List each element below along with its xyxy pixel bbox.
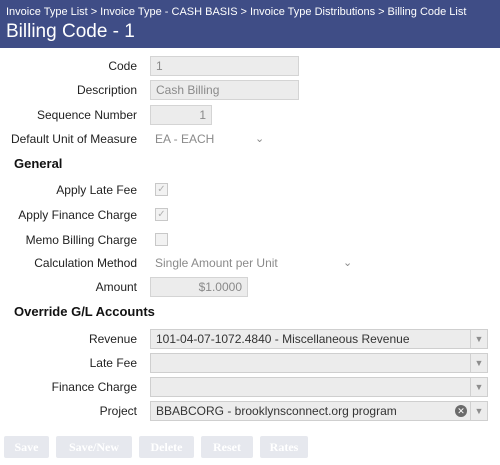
- apply-late-fee-label: Apply Late Fee: [56, 183, 137, 197]
- amount-row: Amount $1.0000: [0, 277, 500, 297]
- apply-finance-charge-label: Apply Finance Charge: [18, 208, 137, 222]
- reset-button[interactable]: Reset: [201, 436, 253, 458]
- description-row: Description Cash Billing: [0, 80, 500, 100]
- revenue-row: Revenue 101-04-07-1072.4840 - Miscellane…: [0, 329, 500, 349]
- code-row: Code 1: [0, 56, 500, 76]
- clear-icon[interactable]: ✕: [455, 405, 467, 417]
- apply-finance-charge-row: Apply Finance Charge ✓: [0, 205, 500, 225]
- save-new-button[interactable]: Save/New: [56, 436, 132, 458]
- late-fee-combo[interactable]: ▼: [150, 353, 488, 373]
- default-uom-label: Default Unit of Measure: [10, 132, 137, 146]
- breadcrumb-separator: >: [90, 6, 98, 18]
- revenue-value: 101-04-07-1072.4840 - Miscellaneous Reve…: [156, 332, 410, 346]
- calculation-method-label: Calculation Method: [34, 256, 137, 270]
- dropdown-arrow-icon[interactable]: ▼: [470, 330, 487, 348]
- chevron-down-icon: ⌄: [255, 133, 265, 145]
- late-fee-row: Late Fee ▼: [0, 353, 500, 373]
- dropdown-arrow-icon[interactable]: ▼: [470, 378, 487, 396]
- sequence-number-field[interactable]: 1: [150, 105, 212, 125]
- apply-late-fee-row: Apply Late Fee ✓: [0, 180, 500, 200]
- calculation-method-select[interactable]: Single Amount per Unit ⌄: [155, 253, 360, 273]
- page-title: Billing Code - 1: [6, 21, 135, 42]
- description-field[interactable]: Cash Billing: [150, 80, 299, 100]
- apply-late-fee-checkbox[interactable]: ✓: [155, 183, 168, 196]
- code-label: Code: [108, 59, 137, 73]
- finance-charge-row: Finance Charge ▼: [0, 377, 500, 397]
- revenue-combo[interactable]: 101-04-07-1072.4840 - Miscellaneous Reve…: [150, 329, 488, 349]
- page-header: Invoice Type List > Invoice Type - CASH BA…: [0, 0, 500, 48]
- breadcrumb-separator: >: [378, 6, 385, 18]
- general-section-heading: General: [14, 156, 63, 171]
- breadcrumb-invoice-type[interactable]: Invoice Type - CASH BASIS: [100, 6, 237, 18]
- amount-field[interactable]: $1.0000: [150, 277, 248, 297]
- default-uom-value: EA - EACH: [155, 132, 215, 146]
- finance-charge-label: Finance Charge: [51, 380, 137, 394]
- project-combo[interactable]: BBABCORG - brooklynsconnect.org program …: [150, 401, 488, 421]
- breadcrumb: Invoice Type List > Invoice Type - CASH BA…: [6, 6, 466, 18]
- override-gl-section-heading: Override G/L Accounts: [14, 304, 155, 319]
- amount-label: Amount: [95, 280, 137, 294]
- delete-button[interactable]: Delete: [139, 436, 194, 458]
- check-icon: ✓: [157, 209, 166, 220]
- check-icon: ✓: [157, 184, 166, 195]
- calculation-method-value: Single Amount per Unit: [155, 256, 278, 270]
- breadcrumb-invoice-type-list[interactable]: Invoice Type List: [6, 6, 88, 18]
- code-field[interactable]: 1: [150, 56, 299, 76]
- rates-button[interactable]: Rates: [260, 436, 308, 458]
- apply-finance-charge-checkbox[interactable]: ✓: [155, 208, 168, 221]
- memo-billing-charge-label: Memo Billing Charge: [25, 233, 137, 247]
- finance-charge-combo[interactable]: ▼: [150, 377, 488, 397]
- project-row: Project BBABCORG - brooklynsconnect.org …: [0, 401, 500, 421]
- description-label: Description: [76, 83, 137, 97]
- memo-billing-charge-checkbox[interactable]: [155, 233, 168, 246]
- calculation-method-row: Calculation Method Single Amount per Uni…: [0, 253, 500, 273]
- save-button[interactable]: Save: [4, 436, 49, 458]
- dropdown-arrow-icon[interactable]: ▼: [470, 402, 487, 420]
- sequence-number-row: Sequence Number 1: [0, 105, 500, 125]
- memo-billing-charge-row: Memo Billing Charge: [0, 230, 500, 250]
- default-uom-row: Default Unit of Measure EA - EACH ⌄: [0, 129, 500, 149]
- late-fee-label: Late Fee: [89, 356, 137, 370]
- breadcrumb-billing-code-list[interactable]: Billing Code List: [388, 6, 467, 18]
- sequence-number-label: Sequence Number: [36, 108, 137, 122]
- revenue-label: Revenue: [88, 332, 137, 346]
- project-label: Project: [99, 404, 137, 418]
- breadcrumb-invoice-type-distributions[interactable]: Invoice Type Distributions: [250, 6, 375, 18]
- project-value: BBABCORG - brooklynsconnect.org program: [156, 404, 397, 418]
- chevron-down-icon: ⌄: [343, 257, 353, 269]
- breadcrumb-separator: >: [240, 6, 247, 18]
- dropdown-arrow-icon[interactable]: ▼: [470, 354, 487, 372]
- default-uom-select[interactable]: EA - EACH ⌄: [155, 129, 270, 149]
